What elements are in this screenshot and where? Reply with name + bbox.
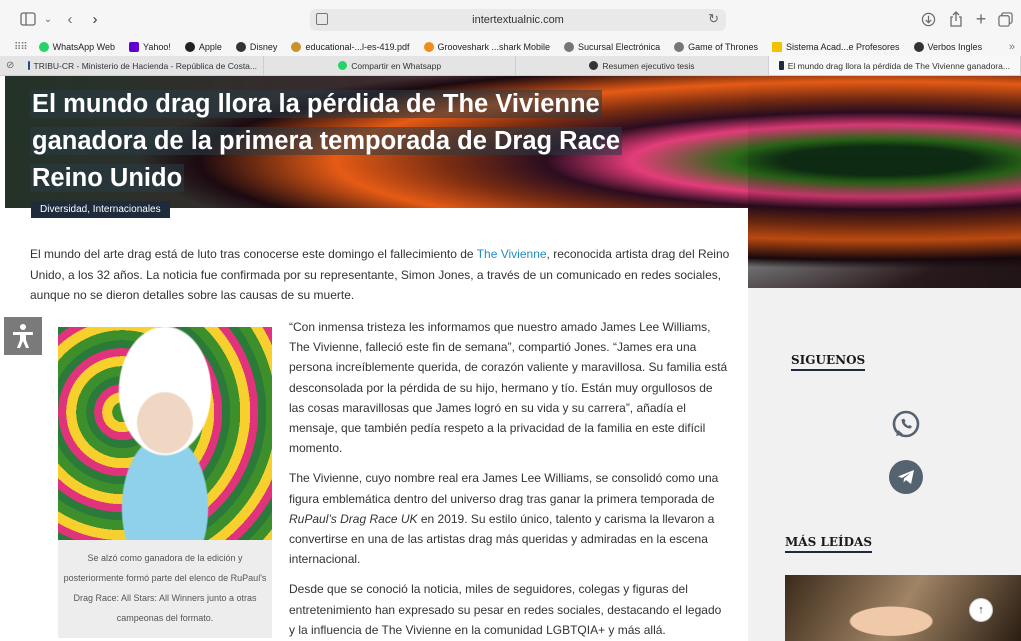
web-page: El mundo drag llora la pérdida de The Vi… (0, 76, 1021, 641)
title-line: Reino Unido (30, 164, 185, 192)
article-title: El mundo drag llora la pérdida de The Vi… (30, 86, 634, 197)
browser-toolbar: ⌄ ‹ › intertextualnic.com ↻ + (0, 0, 1021, 38)
telegram-icon (898, 470, 914, 484)
the-vivienne-link[interactable]: The Vivienne (477, 247, 547, 261)
favorite-disney[interactable]: Disney (235, 42, 277, 52)
favorite-verbos-ingles[interactable]: Verbos Ingles (913, 42, 982, 52)
whatsapp-icon (892, 410, 920, 438)
more-favorites-icon[interactable]: » (1009, 41, 1015, 53)
favorite-educational-pdf[interactable]: educational-...l-es-419.pdf (291, 42, 410, 52)
article-intro: El mundo del arte drag está de luto tras… (30, 247, 730, 302)
whatsapp-social-button[interactable] (889, 407, 923, 441)
paragraph: “Con inmensa tristeza les informamos que… (289, 320, 728, 456)
site-icon (778, 61, 784, 70)
document-icon (291, 42, 302, 52)
article-photo (58, 327, 272, 540)
category-badge[interactable]: Diversidad, Internacionales (31, 201, 170, 218)
arrow-up-icon: ↑ (978, 604, 984, 616)
new-tab-icon[interactable]: + (971, 9, 991, 29)
apple-icon (184, 42, 195, 52)
sidebar-toggle-icon[interactable] (18, 9, 38, 29)
grooveshark-icon (423, 42, 434, 52)
title-line: El mundo drag llora la pérdida de The Vi… (30, 90, 602, 118)
photo-caption: Se alzó como ganadora de la edición y po… (58, 540, 272, 638)
paragraph: The Vivienne, cuyo nombre real era James… (289, 471, 719, 567)
favorite-game-of-thrones[interactable]: Game of Thrones (674, 42, 758, 52)
forward-icon[interactable]: › (85, 9, 105, 29)
sistema-icon (771, 42, 782, 52)
verbos-icon (913, 42, 924, 52)
reload-icon[interactable]: ↻ (708, 11, 719, 27)
favorite-sucursal[interactable]: Sucursal Electrónica (564, 42, 660, 52)
url-text: intertextualnic.com (472, 14, 564, 26)
accessibility-icon (13, 324, 33, 348)
paragraph: Desde que se conoció la noticia, miles d… (289, 582, 722, 637)
scroll-to-top-button[interactable]: ↑ (969, 598, 993, 622)
globe-icon (674, 42, 685, 52)
show-title: RuPaul’s Drag Race UK (289, 511, 418, 526)
favorite-yahoo[interactable]: Yahoo! (129, 42, 171, 52)
favorite-whatsapp[interactable]: WhatsApp Web (38, 42, 115, 52)
favorite-grooveshark[interactable]: Grooveshark ...shark Mobile (423, 42, 550, 52)
globe-icon (589, 61, 599, 70)
disney-icon (235, 42, 246, 52)
tribu-icon (28, 61, 30, 70)
share-icon[interactable] (946, 9, 966, 29)
page-icon (316, 13, 328, 25)
address-bar[interactable]: intertextualnic.com ↻ (310, 9, 726, 31)
favorite-apple[interactable]: Apple (184, 42, 222, 52)
follow-us-title: SIGUENOS (791, 353, 866, 371)
compass-icon: ⊘ (6, 60, 15, 71)
tab-resumen-ejecutivo[interactable]: Resumen ejecutivo tesis (516, 56, 769, 75)
whatsapp-icon (338, 61, 348, 70)
globe-icon (564, 42, 575, 52)
chevron-down-icon[interactable]: ⌄ (38, 9, 58, 29)
article-paragraphs: “Con inmensa tristeza les informamos que… (289, 317, 729, 641)
tab-current-article[interactable]: El mundo drag llora la pérdida de The Vi… (768, 56, 1021, 75)
download-icon[interactable] (918, 9, 938, 29)
telegram-social-button[interactable] (889, 460, 923, 494)
grid-icon[interactable]: ⠿⠿ (14, 42, 28, 53)
most-read-title: MÁS LEÍDAS (785, 535, 873, 553)
tab-bar: ⊘ TRIBU-CR - Ministerio de Hacienda - Re… (0, 56, 1021, 76)
yahoo-icon (129, 42, 140, 52)
hero-overlay (748, 76, 1021, 288)
tab-compartir-whatsapp[interactable]: Compartir en Whatsapp (264, 56, 517, 75)
tab-tribu-cr[interactable]: ⊘ TRIBU-CR - Ministerio de Hacienda - Re… (0, 56, 264, 75)
whatsapp-icon (38, 42, 49, 52)
accessibility-button[interactable] (4, 317, 42, 355)
tab-overview-icon[interactable] (995, 9, 1015, 29)
title-line: ganadora de la primera temporada de Drag… (30, 127, 623, 155)
favorites-bar: ⠿⠿ WhatsApp Web Yahoo! Apple Disney educ… (0, 38, 1021, 56)
back-icon[interactable]: ‹ (60, 9, 80, 29)
favorite-sistema-academico[interactable]: Sistema Acad...e Profesores (771, 42, 900, 52)
